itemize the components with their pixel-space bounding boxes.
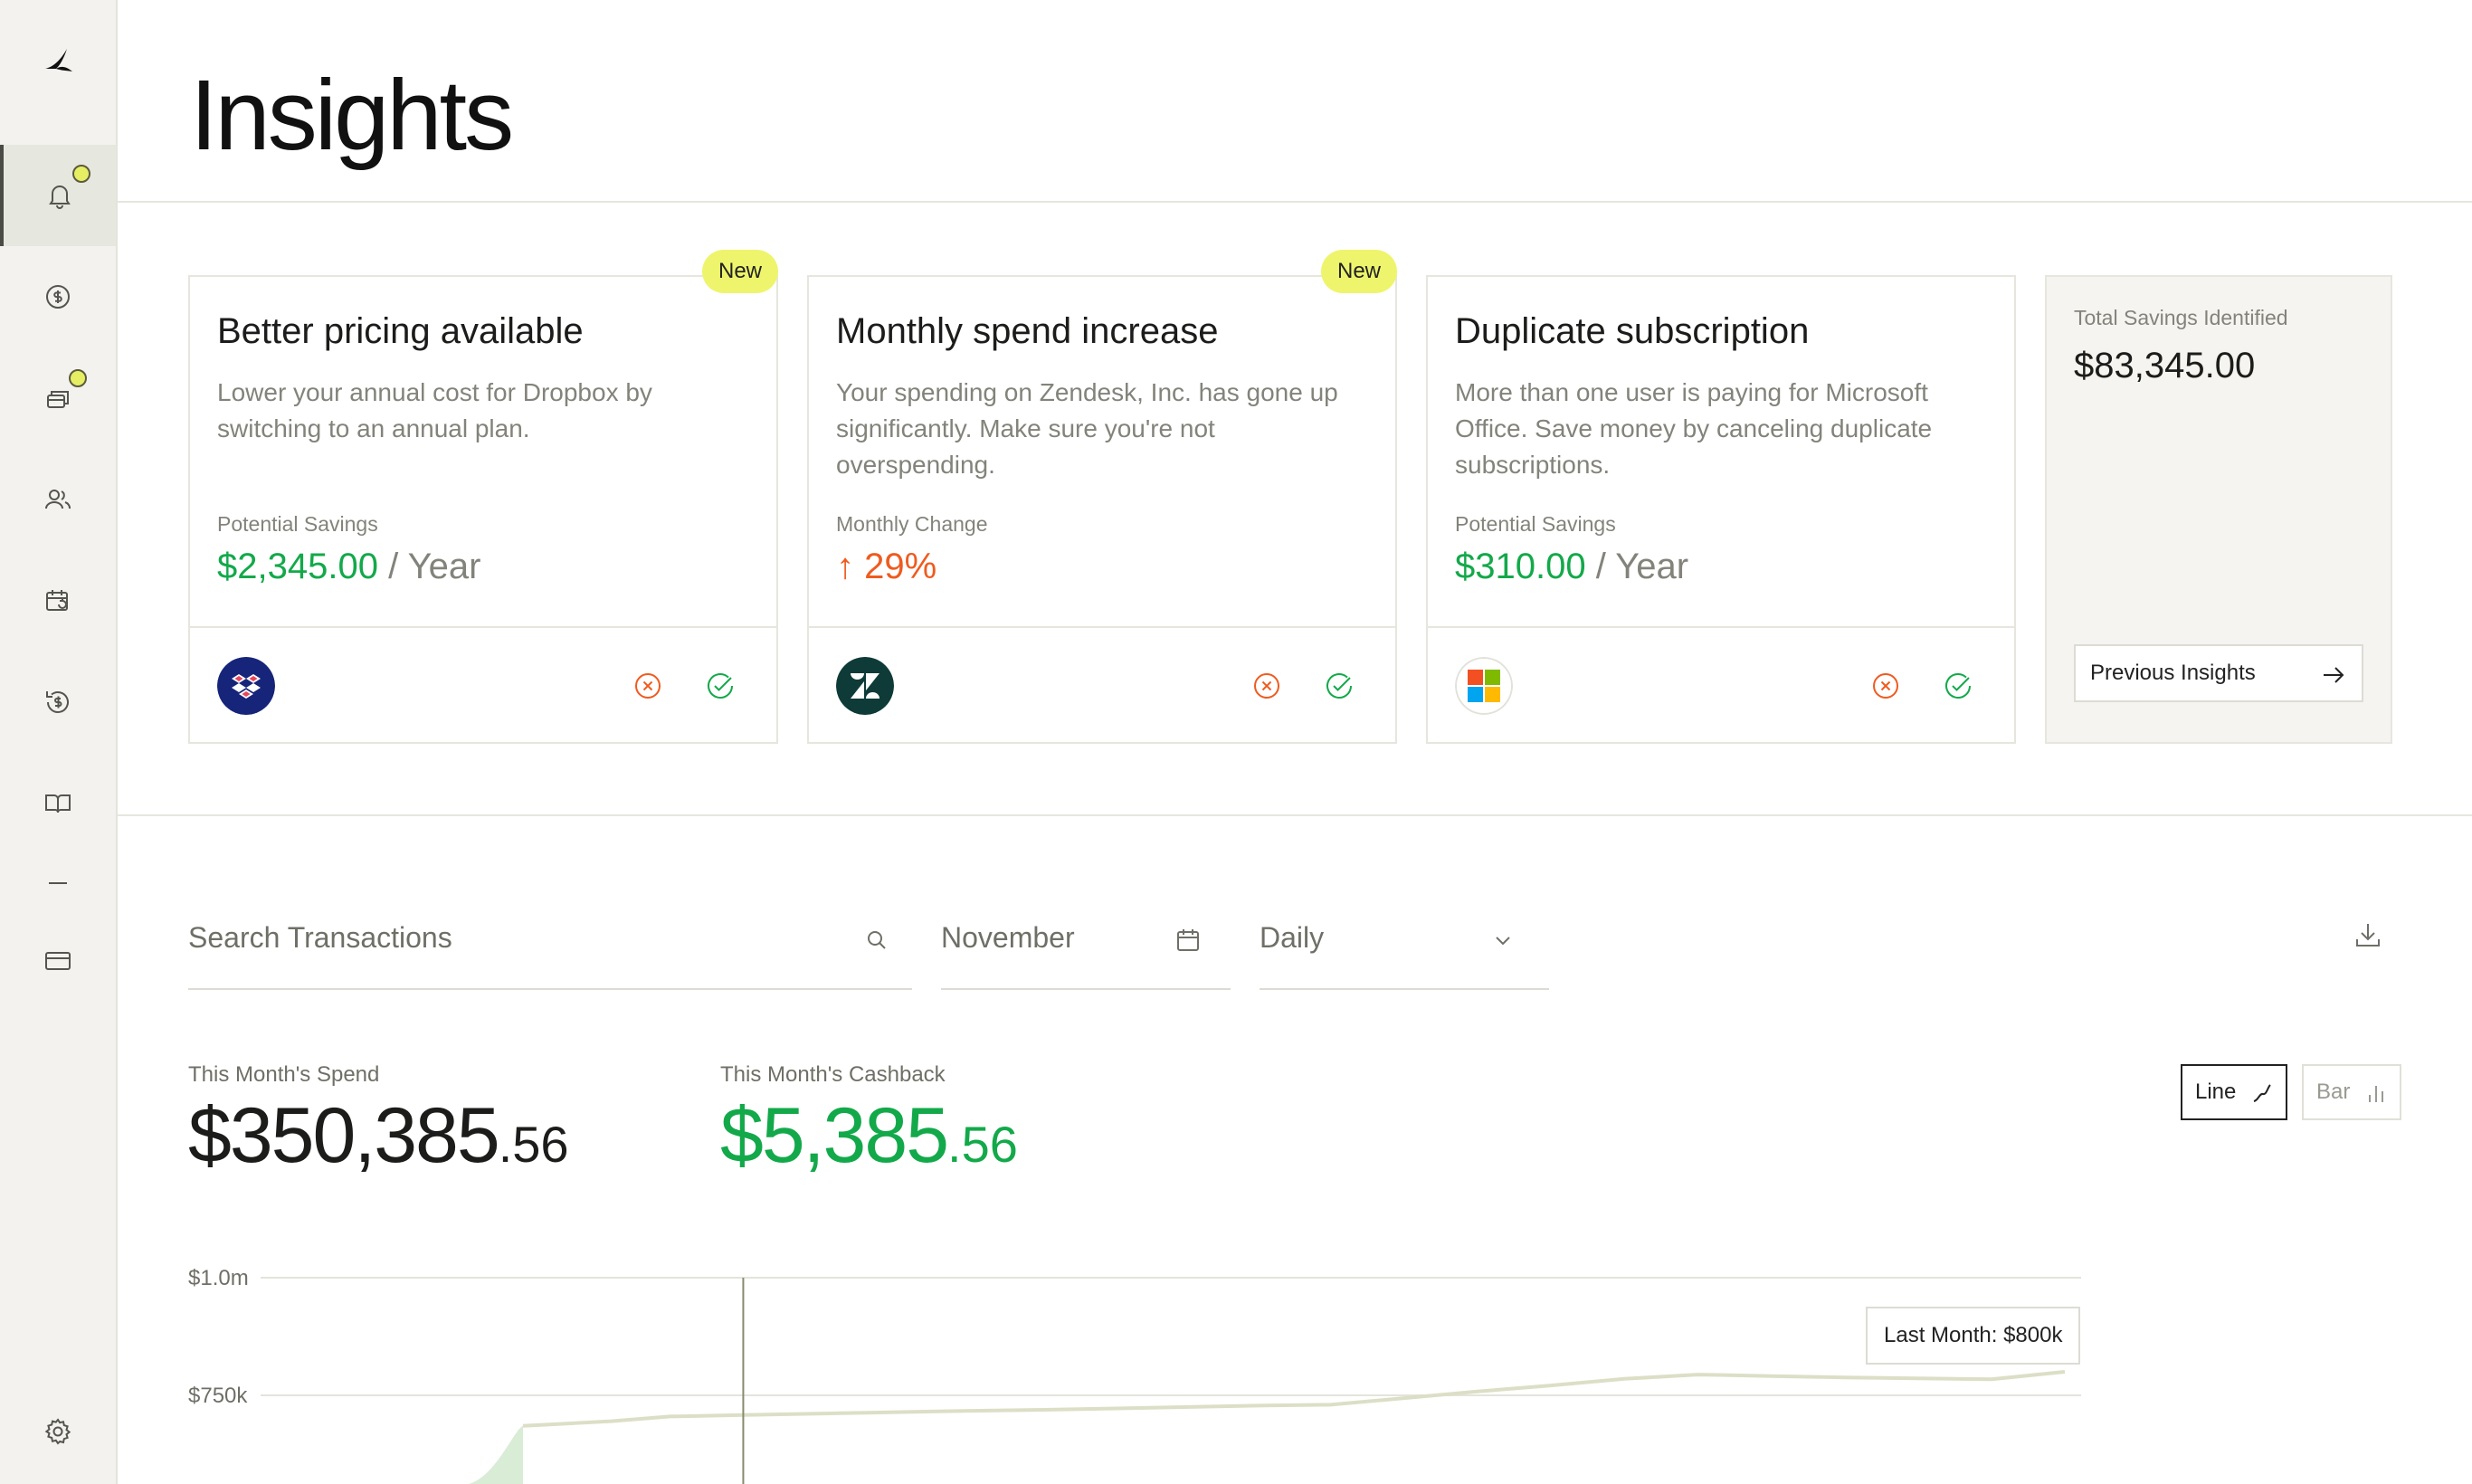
accept-icon[interactable] — [706, 671, 735, 700]
sidebar-item-card[interactable] — [0, 910, 116, 1012]
line-chart-toggle[interactable]: Line — [2181, 1064, 2287, 1120]
microsoft-logo-icon — [1455, 657, 1513, 715]
cashback-cents: .56 — [947, 1116, 1018, 1173]
month-picker[interactable]: November — [941, 905, 1231, 990]
chart-tooltip: Last Month: $800k — [1866, 1307, 2081, 1365]
line-chart-icon — [2253, 1084, 2271, 1102]
granularity-select[interactable]: Daily — [1260, 905, 1549, 990]
search-icon — [868, 931, 886, 949]
y-axis-tick-label: $1.0m — [188, 1266, 249, 1290]
arrow-up-icon: ↑ — [836, 547, 854, 586]
dismiss-icon[interactable] — [1252, 671, 1281, 700]
insight-description: Your spending on Zendesk, Inc. has gone … — [836, 378, 1338, 479]
sidebar — [0, 0, 118, 1484]
total-savings-card: Total Savings Identified $83,345.00 Prev… — [2045, 275, 2392, 744]
insight-card[interactable]: New Better pricing available Lower your … — [188, 250, 778, 744]
insight-metric-suffix: / Year — [1585, 547, 1689, 586]
credit-card-icon — [45, 952, 71, 970]
search-input[interactable]: Search Transactions — [188, 921, 452, 955]
calendar-icon — [1177, 929, 1199, 951]
accept-icon[interactable] — [1325, 671, 1354, 700]
sidebar-item-cashback[interactable] — [0, 652, 116, 753]
download-icon[interactable] — [2353, 919, 2383, 950]
cards-stack-icon — [47, 391, 69, 408]
insight-metric: $2,345.00 / Year — [217, 547, 480, 587]
dismiss-icon[interactable] — [633, 671, 662, 700]
insight-metric: $310.00 / Year — [1455, 547, 1688, 587]
page-title: Insights — [190, 60, 514, 171]
insight-metric: ↑ 29% — [836, 547, 937, 587]
total-savings-value: $83,345.00 — [2074, 346, 2256, 385]
cashback-value: $5,385.56 — [720, 1091, 1018, 1181]
insight-title: Monthly spend increase — [836, 311, 1219, 351]
dropbox-logo-icon — [217, 657, 275, 715]
insight-card-body: Duplicate subscription More than one use… — [1428, 277, 2014, 628]
insight-card-body: Monthly spend increase Your spending on … — [809, 277, 1395, 628]
sidebar-item-subscriptions[interactable] — [0, 347, 116, 449]
y-axis-tick-label: $750k — [188, 1384, 248, 1408]
sidebar-item-settings[interactable] — [0, 1381, 116, 1482]
bar-chart-icon — [2369, 1086, 2383, 1102]
chevron-down-icon — [1496, 937, 1510, 946]
insight-card-body: Better pricing available Lower your annu… — [190, 277, 776, 628]
insight-description: Lower your annual cost for Dropbox by sw… — [217, 378, 652, 442]
sidebar-item-users[interactable] — [0, 449, 116, 550]
gear-icon — [44, 1418, 71, 1445]
subscriptions-dot — [69, 369, 87, 387]
insight-metric-label: Monthly Change — [836, 512, 988, 536]
insight-description: More than one user is paying for Microso… — [1455, 378, 1933, 479]
month-value: November — [941, 921, 1075, 954]
insight-title: Better pricing available — [217, 311, 584, 351]
zendesk-logo-icon — [836, 657, 894, 715]
spend-cents: .56 — [498, 1116, 569, 1173]
spend-whole: $350,385 — [188, 1092, 500, 1179]
line-toggle-label: Line — [2195, 1080, 2237, 1104]
insight-metric-label: Potential Savings — [1455, 512, 1616, 536]
cashback-whole: $5,385 — [720, 1092, 949, 1179]
sidebar-item-spend[interactable] — [0, 246, 116, 347]
users-icon — [45, 490, 71, 509]
bar-toggle-label: Bar — [2316, 1080, 2351, 1104]
insight-title: Duplicate subscription — [1455, 311, 1810, 351]
insight-metric-suffix: / Year — [377, 547, 481, 586]
header-divider — [118, 201, 2472, 203]
bell-icon — [49, 186, 71, 209]
arrow-right-icon — [2324, 667, 2344, 683]
insight-metric-value: $2,345.00 — [217, 547, 378, 586]
search-field[interactable]: Search Transactions — [188, 905, 912, 990]
spend-line — [522, 1370, 2066, 1428]
previous-insights-label: Previous Insights — [2090, 661, 2256, 685]
cashback-icon — [46, 691, 69, 713]
accept-icon[interactable] — [1944, 671, 1973, 700]
insight-card[interactable]: Duplicate subscription More than one use… — [1426, 275, 2016, 744]
sidebar-item-guides[interactable] — [0, 753, 116, 854]
insight-metric-label: Potential Savings — [217, 512, 378, 536]
area-fill — [469, 1425, 523, 1484]
section-divider — [118, 814, 2472, 816]
cashback-label: This Month's Cashback — [720, 1062, 946, 1087]
insight-metric-value: 29% — [864, 547, 937, 586]
granularity-value: Daily — [1260, 921, 1325, 954]
sidebar-divider — [49, 882, 67, 884]
sidebar-item-notifications[interactable] — [0, 145, 116, 246]
insight-metric-value: $310.00 — [1455, 547, 1586, 586]
sidebar-item-renewals[interactable] — [0, 550, 116, 652]
insight-card[interactable]: New Monthly spend increase Your spending… — [807, 250, 1397, 744]
app-logo-icon[interactable] — [40, 42, 76, 78]
total-savings-label: Total Savings Identified — [2074, 306, 2288, 329]
spend-label: This Month's Spend — [188, 1062, 380, 1087]
previous-insights-button[interactable]: Previous Insights — [2074, 644, 2363, 702]
calendar-refresh-icon — [46, 590, 68, 611]
spend-chart: $1.0m $750k — [188, 1266, 2081, 1484]
dismiss-icon[interactable] — [1871, 671, 1900, 700]
bar-chart-toggle[interactable]: Bar — [2302, 1064, 2401, 1120]
dollar-circle-icon — [46, 285, 70, 309]
notification-dot — [72, 165, 90, 183]
spend-value: $350,385.56 — [188, 1091, 569, 1181]
book-icon — [45, 794, 71, 813]
